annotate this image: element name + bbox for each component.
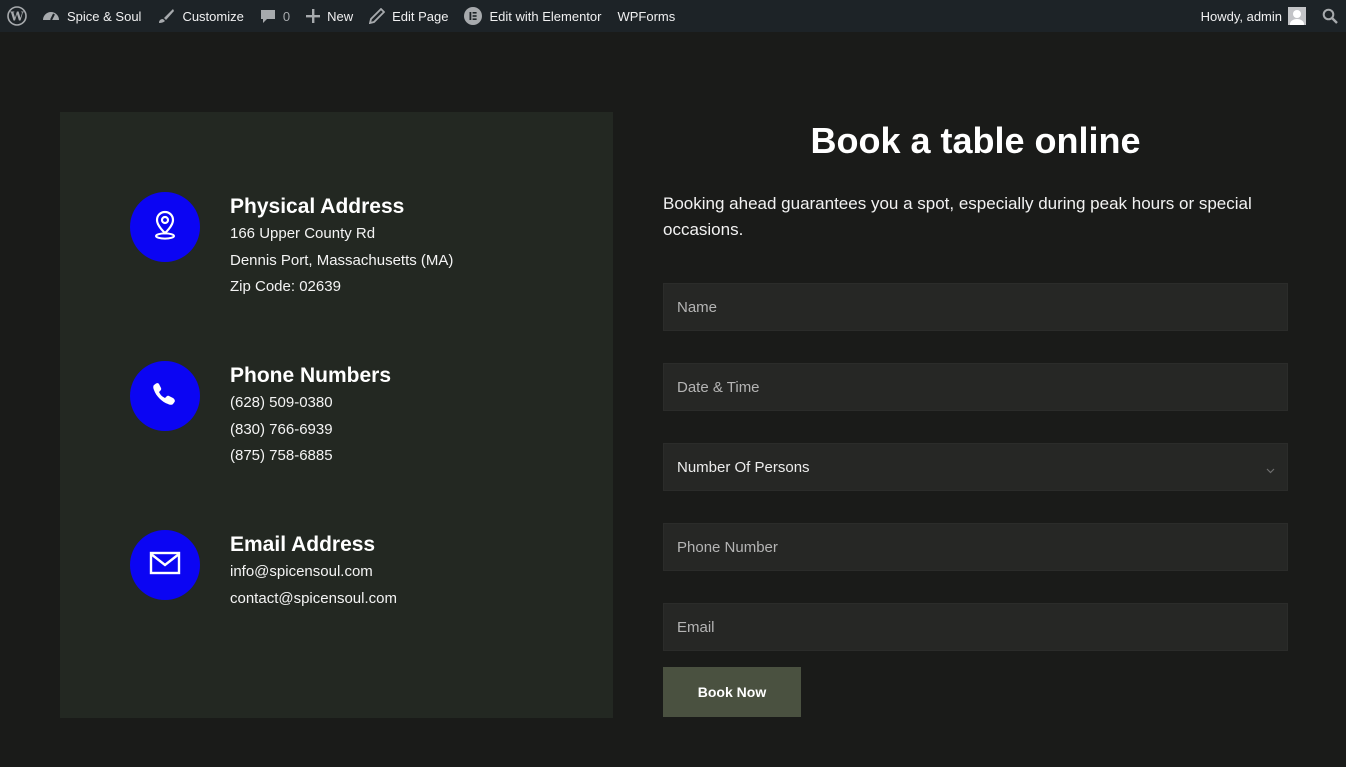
dashboard-icon — [42, 8, 60, 24]
phone-icon-circle — [130, 361, 200, 431]
elementor-icon — [464, 7, 483, 25]
phone-number: (875) 758-6885 — [230, 447, 333, 464]
address-line: Dennis Port, Massachusetts (MA) — [230, 251, 454, 269]
booking-lead-text: Booking ahead guarantees you a spot, esp… — [663, 194, 1252, 239]
wordpress-logo-button[interactable]: W — [0, 0, 34, 32]
new-content-button[interactable]: New — [298, 0, 361, 32]
comment-icon — [260, 8, 276, 24]
howdy-label: Howdy, admin — [1200, 8, 1282, 24]
booking-section: Book a table online Booking ahead guaran… — [663, 112, 1288, 717]
envelope-icon — [149, 551, 181, 580]
search-icon — [1322, 8, 1338, 24]
date-time-placeholder: Date & Time — [677, 378, 760, 396]
name-input[interactable]: Name — [663, 283, 1288, 331]
persons-selected-value: Number Of Persons — [677, 458, 810, 476]
phone-number: (628) 509-0380 — [230, 394, 333, 411]
name-placeholder: Name — [677, 298, 718, 316]
location-pin-icon — [152, 210, 178, 245]
phone-title: Phone Numbers — [230, 364, 392, 387]
edit-page-label: Edit Page — [392, 8, 449, 24]
comments-button[interactable]: 0 — [252, 0, 298, 32]
customize-button[interactable]: Customize — [149, 0, 251, 32]
pencil-icon — [369, 8, 386, 24]
edit-elementor-label: Edit with Elementor — [489, 8, 602, 24]
wordpress-icon: W — [7, 6, 27, 26]
phone-icon — [150, 379, 180, 414]
address-title: Physical Address — [230, 195, 405, 218]
site-name-label: Spice & Soul — [67, 8, 142, 24]
email-address: contact@spicensoul.com — [230, 589, 397, 607]
email-icon-circle — [130, 530, 200, 600]
edit-elementor-button[interactable]: Edit with Elementor — [456, 0, 609, 32]
booking-title: Book a table online — [810, 120, 1141, 161]
email-input[interactable]: Email — [663, 603, 1288, 651]
address-line: 166 Upper County Rd — [230, 225, 376, 242]
comments-count: 0 — [282, 8, 291, 24]
phone-number-placeholder: Phone Number — [677, 538, 778, 556]
address-icon-circle — [130, 192, 200, 262]
brush-icon — [157, 8, 175, 24]
phone-number-input[interactable]: Phone Number — [663, 523, 1288, 571]
admin-bar: W Spice & Soul Customize 0 New Edit Page — [0, 0, 1346, 32]
wpforms-label: WPForms — [617, 8, 676, 24]
chevron-down-icon — [1266, 461, 1275, 478]
account-button[interactable]: Howdy, admin — [1193, 0, 1314, 32]
email-placeholder: Email — [677, 618, 715, 636]
contact-info-panel: Physical Address 166 Upper County Rd Den… — [60, 112, 613, 718]
phone-number: (830) 766-6939 — [230, 420, 333, 438]
customize-label: Customize — [182, 8, 244, 24]
new-label: New — [327, 8, 354, 24]
svg-text:W: W — [9, 10, 24, 24]
site-name-button[interactable]: Spice & Soul — [34, 0, 149, 32]
book-now-button[interactable]: Book Now — [663, 667, 801, 717]
edit-page-button[interactable]: Edit Page — [361, 0, 456, 32]
search-button[interactable] — [1314, 0, 1346, 32]
date-time-input[interactable]: Date & Time — [663, 363, 1288, 411]
address-line: Zip Code: 02639 — [230, 278, 341, 295]
avatar — [1288, 7, 1306, 25]
plus-icon — [306, 9, 321, 23]
wpforms-button[interactable]: WPForms — [609, 0, 683, 32]
email-address: info@spicensoul.com — [230, 563, 373, 580]
email-title: Email Address — [230, 533, 376, 556]
persons-select[interactable]: Number Of Persons — [663, 443, 1288, 491]
